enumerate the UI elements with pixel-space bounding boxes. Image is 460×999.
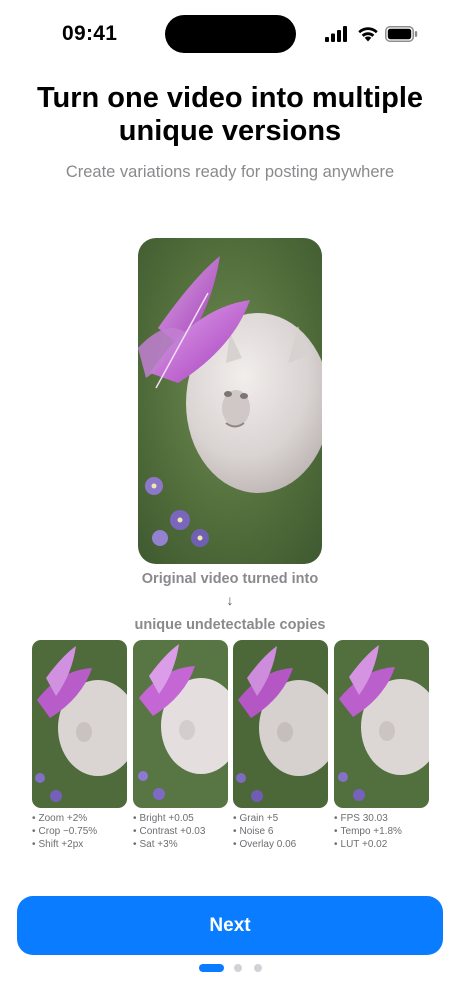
- status-time: 09:41: [62, 22, 118, 45]
- page-title: Turn one video into multiple unique vers…: [36, 82, 424, 147]
- wifi-icon: [358, 27, 378, 42]
- param-item: Zoom +2%: [32, 813, 132, 826]
- param-item: Bright +0.05: [133, 813, 233, 826]
- param-item: Shift +2px: [32, 839, 132, 852]
- param-item: LUT +0.02: [334, 839, 434, 852]
- param-item: Noise 6: [233, 826, 333, 839]
- variant-thumbnail-1: [32, 640, 127, 808]
- next-button[interactable]: Next: [17, 896, 443, 955]
- variant-params-2: Bright +0.05 Contrast +0.03 Sat +3%: [133, 813, 233, 851]
- param-item: Crop −0.75%: [32, 826, 132, 839]
- variant-frame-image: [233, 640, 328, 808]
- param-item: Sat +3%: [133, 839, 233, 852]
- variant-params-3: Grain +5 Noise 6 Overlay 0.06: [233, 813, 333, 851]
- param-item: FPS 30.03: [334, 813, 434, 826]
- arrow-down-icon: ↓: [226, 592, 234, 608]
- page-subtitle: Create variations ready for posting anyw…: [65, 163, 395, 181]
- param-item: Grain +5: [233, 813, 333, 826]
- variant-params-1: Zoom +2% Crop −0.75% Shift +2px: [32, 813, 132, 851]
- video-frame-image: [138, 238, 322, 564]
- variant-frame-image: [133, 640, 228, 808]
- caption-copies: unique undetectable copies: [134, 617, 326, 633]
- page-dot[interactable]: [254, 964, 262, 972]
- variant-thumbnail-2: [133, 640, 228, 808]
- param-item: Overlay 0.06: [233, 839, 333, 852]
- variant-thumbnail-3: [233, 640, 328, 808]
- variant-frame-image: [32, 640, 127, 808]
- variant-params-4: FPS 30.03 Tempo +1.8% LUT +0.02: [334, 813, 434, 851]
- page-indicator: [0, 963, 460, 973]
- status-icons: [325, 25, 420, 43]
- dynamic-island: [165, 15, 296, 53]
- page-dot[interactable]: [234, 964, 242, 972]
- caption-original: Original video turned into: [141, 571, 319, 587]
- variant-thumbnail-4: [334, 640, 429, 808]
- original-video-preview: [138, 238, 322, 564]
- variant-frame-image: [334, 640, 429, 808]
- param-item: Tempo +1.8%: [334, 826, 434, 839]
- status-bar: 09:41: [0, 0, 460, 66]
- param-item: Contrast +0.03: [133, 826, 233, 839]
- battery-icon: [385, 26, 418, 42]
- page-dot-active[interactable]: [199, 964, 224, 972]
- signal-icon: [325, 26, 347, 42]
